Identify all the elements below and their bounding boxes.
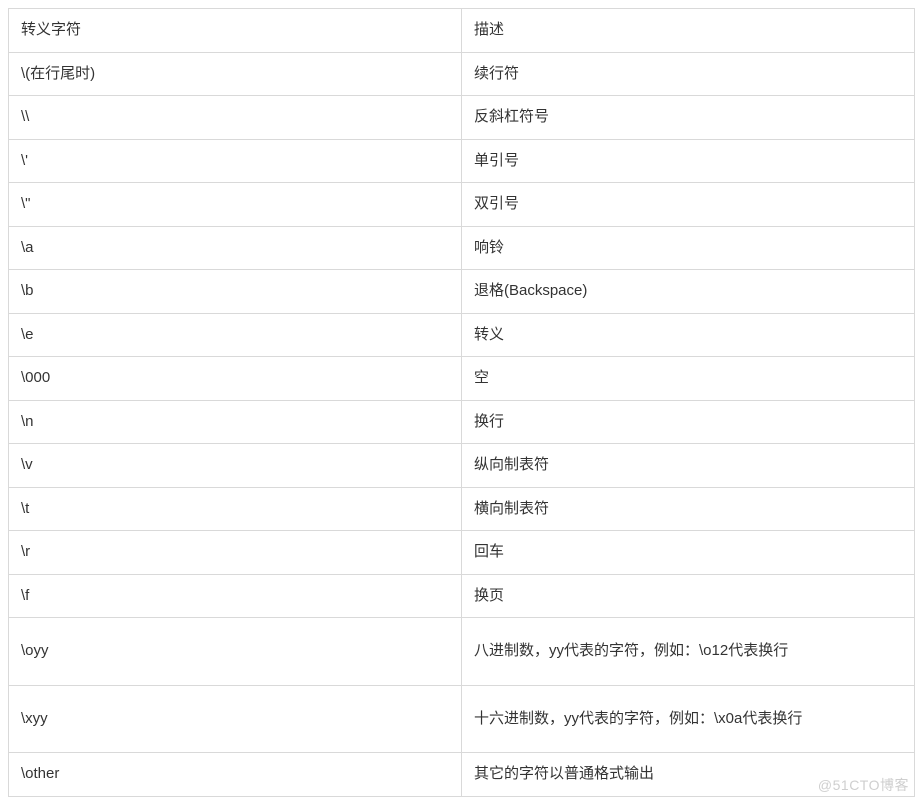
- table-row: \xyy十六进制数，yy代表的字符，例如：\x0a代表换行: [9, 685, 915, 753]
- table-row: \(在行尾时)续行符: [9, 52, 915, 96]
- cell-char: \f: [9, 574, 462, 618]
- table-row: \"双引号: [9, 183, 915, 227]
- header-desc: 描述: [462, 9, 915, 53]
- table-row: \other其它的字符以普通格式输出: [9, 753, 915, 797]
- table-row: \a响铃: [9, 226, 915, 270]
- cell-char: \xyy: [9, 685, 462, 753]
- cell-char: \v: [9, 444, 462, 488]
- table-header-row: 转义字符 描述: [9, 9, 915, 53]
- header-char: 转义字符: [9, 9, 462, 53]
- table-row: \e转义: [9, 313, 915, 357]
- cell-char: \000: [9, 357, 462, 401]
- cell-desc: 其它的字符以普通格式输出: [462, 753, 915, 797]
- table-body: \(在行尾时)续行符\\反斜杠符号\'单引号\"双引号\a响铃\b退格(Back…: [9, 52, 915, 796]
- cell-desc: 纵向制表符: [462, 444, 915, 488]
- cell-desc: 十六进制数，yy代表的字符，例如：\x0a代表换行: [462, 685, 915, 753]
- table-row: \\反斜杠符号: [9, 96, 915, 140]
- cell-desc: 响铃: [462, 226, 915, 270]
- table-row: \f换页: [9, 574, 915, 618]
- cell-char: \other: [9, 753, 462, 797]
- table-row: \r回车: [9, 531, 915, 575]
- table-row: \v纵向制表符: [9, 444, 915, 488]
- cell-char: \t: [9, 487, 462, 531]
- cell-desc: 换行: [462, 400, 915, 444]
- cell-char: \(在行尾时): [9, 52, 462, 96]
- table-row: \t横向制表符: [9, 487, 915, 531]
- cell-char: \oyy: [9, 618, 462, 686]
- table-row: \b退格(Backspace): [9, 270, 915, 314]
- cell-desc: 退格(Backspace): [462, 270, 915, 314]
- cell-desc: 换页: [462, 574, 915, 618]
- table-row: \000空: [9, 357, 915, 401]
- cell-char: \": [9, 183, 462, 227]
- cell-desc: 横向制表符: [462, 487, 915, 531]
- cell-desc: 单引号: [462, 139, 915, 183]
- cell-desc: 八进制数，yy代表的字符，例如：\o12代表换行: [462, 618, 915, 686]
- table-row: \n换行: [9, 400, 915, 444]
- cell-desc: 续行符: [462, 52, 915, 96]
- cell-char: \b: [9, 270, 462, 314]
- escape-characters-table: 转义字符 描述 \(在行尾时)续行符\\反斜杠符号\'单引号\"双引号\a响铃\…: [8, 8, 915, 797]
- cell-char: \e: [9, 313, 462, 357]
- cell-char: \n: [9, 400, 462, 444]
- cell-char: \\: [9, 96, 462, 140]
- cell-desc: 反斜杠符号: [462, 96, 915, 140]
- cell-char: \r: [9, 531, 462, 575]
- cell-desc: 回车: [462, 531, 915, 575]
- cell-desc: 转义: [462, 313, 915, 357]
- cell-desc: 空: [462, 357, 915, 401]
- cell-desc: 双引号: [462, 183, 915, 227]
- table-row: \oyy八进制数，yy代表的字符，例如：\o12代表换行: [9, 618, 915, 686]
- table-row: \'单引号: [9, 139, 915, 183]
- cell-char: \a: [9, 226, 462, 270]
- cell-char: \': [9, 139, 462, 183]
